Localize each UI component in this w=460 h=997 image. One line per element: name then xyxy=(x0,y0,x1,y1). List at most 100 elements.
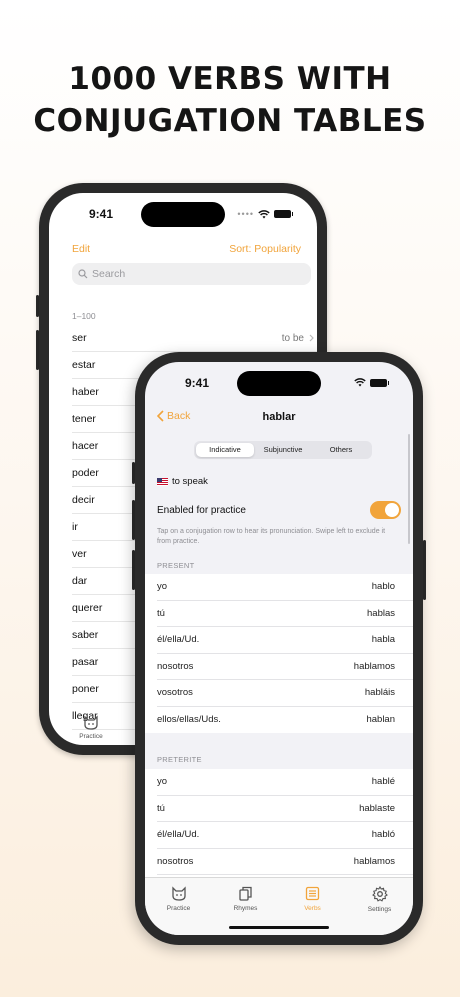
help-text: Tap on a conjugation row to hear its pro… xyxy=(157,528,386,545)
table-row[interactable]: nosotros hablamos xyxy=(157,654,413,680)
conjugated-form: hablo xyxy=(371,581,395,593)
verb-label: poder xyxy=(72,467,99,479)
pronoun: tú xyxy=(157,802,165,814)
practice-setting-row: Enabled for practice xyxy=(157,501,401,519)
verb-meaning: to be xyxy=(281,332,304,344)
verb-meaning: to speak xyxy=(157,476,208,487)
search-icon xyxy=(78,269,88,279)
pronoun: él/ella/Ud. xyxy=(157,829,200,841)
conjugated-form: hablas xyxy=(367,607,395,619)
battery-icon xyxy=(274,210,293,218)
preterite-section-label: PRETERITE xyxy=(157,755,202,764)
conjugated-form: hablamos xyxy=(353,660,395,672)
wifi-icon xyxy=(258,209,270,218)
verb-label: saber xyxy=(72,629,99,641)
wifi-icon xyxy=(354,378,366,387)
pronoun: yo xyxy=(157,581,168,593)
pronoun: él/ella/Ud. xyxy=(157,634,200,646)
dynamic-island xyxy=(237,371,321,396)
list-icon xyxy=(305,886,320,901)
pronoun: ellos/ellas/Uds. xyxy=(157,714,221,726)
status-icons xyxy=(354,378,389,387)
conjugated-form: hablan xyxy=(366,714,395,726)
tab-label: Settings xyxy=(367,906,392,913)
edit-button[interactable]: Edit xyxy=(72,243,90,255)
pronoun: nosotros xyxy=(157,660,194,672)
practice-toggle[interactable] xyxy=(370,501,401,519)
sort-button[interactable]: Sort: Popularity xyxy=(229,243,301,255)
signal-icon: •••• xyxy=(237,209,254,219)
headline-line-2: CONJUGATION TABLES xyxy=(33,103,427,139)
home-indicator xyxy=(229,925,329,929)
table-row[interactable]: ellos/ellas/Uds. hablan xyxy=(157,707,413,734)
headline: 1000 VERBS WITH CONJUGATION TABLES xyxy=(0,58,460,142)
dynamic-island xyxy=(141,202,225,227)
verb-label: poner xyxy=(72,683,99,695)
verb-label: ir xyxy=(72,521,78,533)
verb-label: estar xyxy=(72,359,96,371)
pronoun: yo xyxy=(157,776,168,788)
conjugated-form: habla xyxy=(371,634,395,646)
tab-label: Rhymes xyxy=(233,905,258,912)
battery-icon xyxy=(370,378,389,387)
verb-label: dar xyxy=(72,575,88,587)
chevron-right-icon xyxy=(309,334,314,342)
present-table: yo hablo tú hablas él/ella/Ud. habla nosotr… xyxy=(145,574,413,733)
us-flag-icon xyxy=(157,477,168,486)
conjugated-form: hablaste xyxy=(359,802,395,814)
verb-label: haber xyxy=(72,386,99,398)
search-input[interactable]: Search xyxy=(72,263,311,285)
table-row[interactable]: nosotros hablamos xyxy=(157,849,413,875)
present-section-label: PRESENT xyxy=(157,561,195,570)
verb-label: ver xyxy=(72,548,87,560)
table-row[interactable]: él/ella/Ud. habla xyxy=(157,627,413,654)
table-row[interactable]: tú hablas xyxy=(157,601,413,627)
status-time: 9:41 xyxy=(89,207,114,221)
headline-line-1: 1000 VERBS WITH xyxy=(68,61,392,97)
pronoun: vosotros xyxy=(157,687,193,699)
mood-segmented-control: Indicative Subjunctive Others xyxy=(194,441,372,459)
segment-others[interactable]: Others xyxy=(312,443,370,457)
conjugated-form: habló xyxy=(371,829,395,841)
conjugated-form: hablé xyxy=(371,776,395,788)
verb-label: ser xyxy=(72,332,87,344)
meaning-text: to speak xyxy=(172,476,208,487)
page-title: hablar xyxy=(262,411,296,423)
verb-label: hacer xyxy=(72,440,99,452)
search-placeholder: Search xyxy=(92,268,126,280)
table-row[interactable]: tú hablaste xyxy=(157,796,413,822)
pronoun: nosotros xyxy=(157,855,194,867)
cat-icon xyxy=(84,715,98,730)
cat-icon xyxy=(171,886,186,901)
verb-label: querer xyxy=(72,602,103,614)
phone-conjugation-detail: 9:41 Back hablar Indicative Subjunctive … xyxy=(135,352,423,945)
tab-label: Practice xyxy=(166,905,191,912)
tab-label: Practice xyxy=(79,733,103,740)
gear-icon xyxy=(371,886,388,902)
conjugation-screen: 9:41 Back hablar Indicative Subjunctive … xyxy=(145,362,413,935)
copy-icon xyxy=(239,886,252,901)
segment-subjunctive[interactable]: Subjunctive xyxy=(254,443,312,457)
status-time: 9:41 xyxy=(185,376,210,390)
pronoun: tú xyxy=(157,607,165,619)
tab-settings[interactable]: Settings xyxy=(346,886,413,935)
status-icons: •••• xyxy=(237,209,293,219)
table-row[interactable]: vosotros habláis xyxy=(157,680,413,707)
tab-practice[interactable]: Practice xyxy=(145,886,212,935)
table-row[interactable]: yo hablé xyxy=(157,769,413,796)
segment-indicative[interactable]: Indicative xyxy=(196,443,254,457)
verb-label: tener xyxy=(72,413,96,425)
conjugated-form: hablamos xyxy=(353,855,395,867)
conjugated-form: habláis xyxy=(364,687,395,699)
tab-label: Verbs xyxy=(304,905,321,912)
scrollbar[interactable] xyxy=(407,434,410,544)
section-header: 1–100 xyxy=(72,311,96,321)
table-row[interactable]: yo hablo xyxy=(157,574,413,601)
table-row[interactable]: él/ella/Ud. habló xyxy=(157,822,413,849)
tab-practice[interactable]: Practice xyxy=(71,715,111,740)
verb-label: decir xyxy=(72,494,95,506)
verb-label: pasar xyxy=(72,656,99,668)
list-item[interactable]: ser to be xyxy=(72,325,317,352)
phone-side-button xyxy=(423,540,426,600)
practice-label: Enabled for practice xyxy=(157,504,246,516)
